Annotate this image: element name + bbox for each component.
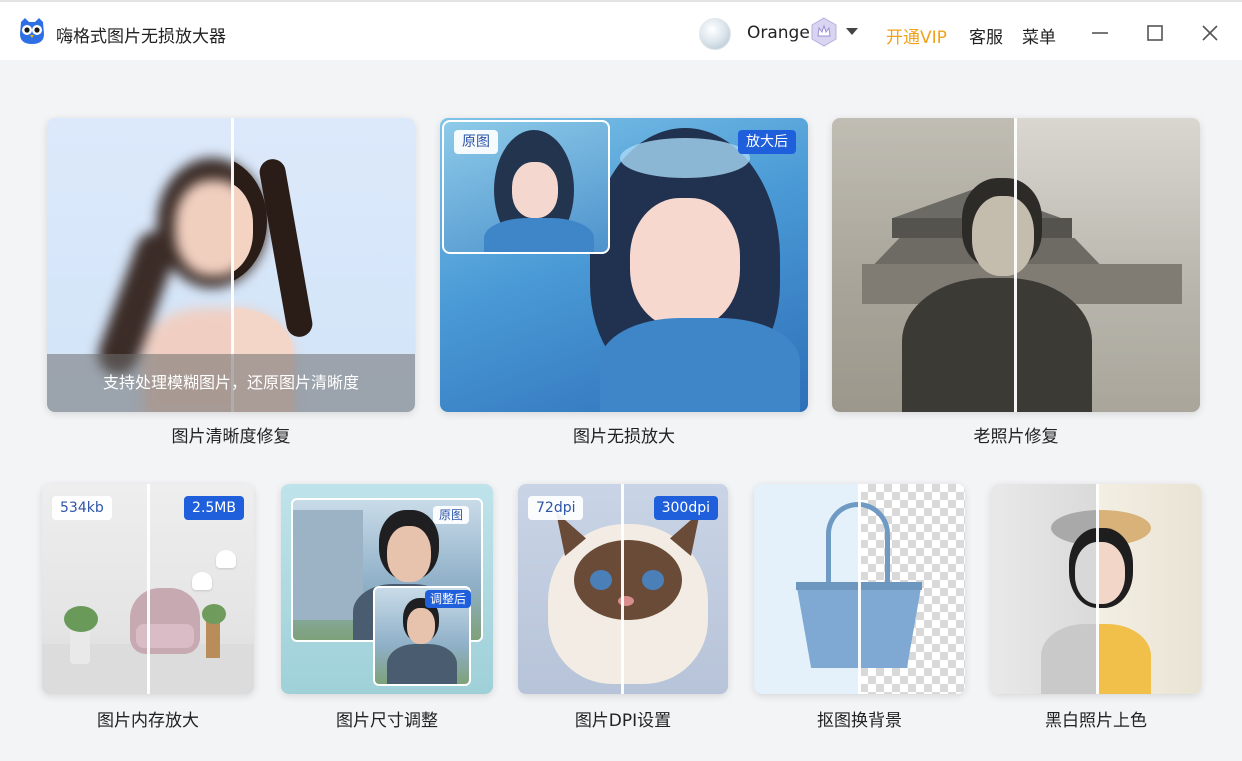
- badge-size-before: 534kb: [52, 496, 112, 520]
- feature-title: 老照片修复: [973, 427, 1059, 447]
- feature-title: 抠图换背景: [817, 711, 902, 731]
- maximize-icon[interactable]: [1138, 16, 1172, 50]
- customer-service-link[interactable]: 客服: [969, 23, 1003, 48]
- user-name[interactable]: Orange: [747, 23, 810, 43]
- feature-card-lossless-enlarge[interactable]: 原图 放大后 图片无损放大: [440, 118, 808, 448]
- feature-title: 图片清晰度修复: [171, 427, 291, 447]
- feature-card-size-adjust[interactable]: 原图 调整后 图片尺寸调整: [281, 484, 493, 731]
- feature-title: 图片DPI设置: [574, 711, 672, 731]
- feature-title: 图片尺寸调整: [336, 711, 438, 731]
- dpi-setting-thumbnail: 72dpi 300dpi: [518, 484, 728, 694]
- feature-card-clarity-repair[interactable]: 支持处理模糊图片，还原图片清晰度 图片清晰度修复: [47, 118, 415, 448]
- lossless-enlarge-thumbnail: 原图 放大后: [440, 118, 808, 412]
- compare-divider: [858, 484, 861, 694]
- size-adjust-thumbnail: 原图 调整后: [281, 484, 493, 694]
- badge-dpi-after: 300dpi: [653, 496, 718, 520]
- old-photo-repair-thumbnail: [832, 118, 1200, 412]
- badge-enlarged: 放大后: [738, 130, 796, 154]
- caret-down-icon[interactable]: [846, 28, 858, 35]
- app-title: 嗨格式图片无损放大器: [56, 27, 226, 47]
- open-vip-link[interactable]: 开通VIP: [886, 23, 947, 48]
- feature-card-memory-enlarge[interactable]: 534kb 2.5MB 图片内存放大: [42, 484, 254, 731]
- compare-divider: [147, 484, 150, 694]
- clarity-repair-thumbnail: 支持处理模糊图片，还原图片清晰度: [47, 118, 415, 412]
- feature-title: 图片内存放大: [97, 711, 199, 731]
- feature-title: 图片无损放大: [573, 427, 675, 447]
- compare-divider: [621, 484, 624, 694]
- title-bar: 嗨格式图片无损放大器 Orange 开通VIP 客服 菜单: [0, 0, 1242, 60]
- badge-adjusted: 调整后: [425, 590, 472, 608]
- user-avatar[interactable]: [699, 18, 731, 50]
- feature-overlay-text: 支持处理模糊图片，还原图片清晰度: [47, 354, 415, 412]
- close-icon[interactable]: [1193, 16, 1227, 50]
- badge-original: 原图: [433, 506, 470, 524]
- feature-title: 黑白照片上色: [1045, 711, 1147, 731]
- badge-dpi-before: 72dpi: [528, 496, 584, 520]
- badge-size-after: 2.5MB: [184, 496, 244, 520]
- feature-card-old-photo-repair[interactable]: 老照片修复: [832, 118, 1200, 448]
- cutout-background-thumbnail: [754, 484, 965, 694]
- bw-colorize-thumbnail: [991, 484, 1201, 694]
- feature-card-bw-colorize[interactable]: 黑白照片上色: [991, 484, 1201, 731]
- feature-card-cutout-background[interactable]: 抠图换背景: [754, 484, 965, 731]
- compare-divider: [1096, 484, 1099, 694]
- minimize-icon[interactable]: [1083, 16, 1117, 50]
- vip-crown-badge-icon: [811, 17, 837, 47]
- menu-link[interactable]: 菜单: [1022, 23, 1056, 48]
- owl-logo-icon: [20, 18, 44, 44]
- memory-enlarge-thumbnail: 534kb 2.5MB: [42, 484, 254, 694]
- compare-divider: [1014, 118, 1017, 412]
- badge-original: 原图: [454, 130, 498, 154]
- feature-card-dpi-setting[interactable]: 72dpi 300dpi 图片DPI设置: [518, 484, 728, 731]
